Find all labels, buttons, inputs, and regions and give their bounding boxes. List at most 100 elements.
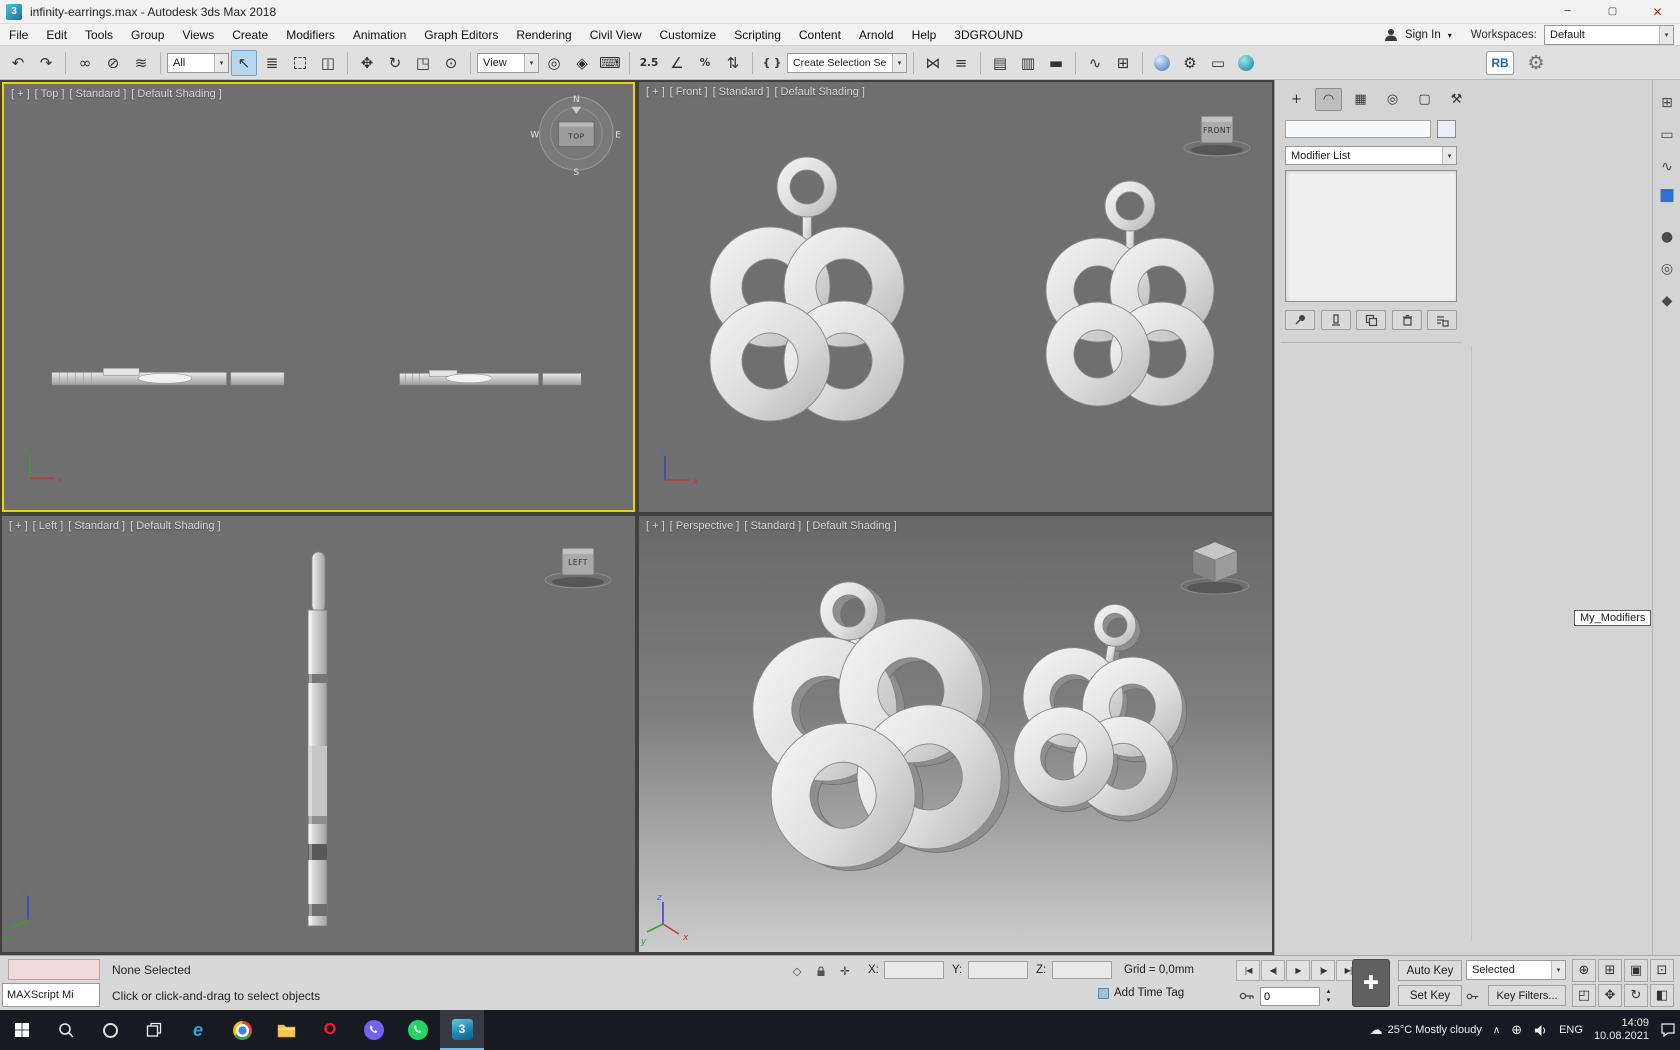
viewport-shading-label[interactable]: [ Default Shading ] bbox=[131, 88, 222, 100]
taskbar-chrome-button[interactable] bbox=[220, 1010, 264, 1050]
y-coord-field[interactable] bbox=[968, 961, 1028, 979]
maximize-viewport-icon[interactable]: ◧ bbox=[1650, 984, 1674, 1007]
viewport-pov-label[interactable]: [ Front ] bbox=[670, 86, 708, 98]
settings-gear-button[interactable]: ⚙ bbox=[1522, 49, 1550, 77]
snaps-toggle-button[interactable]: 2.5 bbox=[636, 50, 662, 76]
torus-tool-icon[interactable]: ◎ bbox=[1656, 258, 1678, 280]
taskbar-explorer-button[interactable] bbox=[264, 1010, 308, 1050]
close-button[interactable]: ✕ bbox=[1635, 0, 1680, 23]
toggle-ribbon-button[interactable]: ▬ bbox=[1043, 50, 1069, 76]
isolate-selection-icon[interactable]: ◇ bbox=[786, 961, 808, 981]
viewport-shading-label[interactable]: [ Default Shading ] bbox=[774, 86, 865, 98]
selection-filter-dropdown[interactable]: All ▾ bbox=[167, 52, 229, 73]
named-selection-set-dropdown[interactable]: Create Selection Se ▾ bbox=[787, 52, 907, 73]
taskbar-edge-button[interactable]: e bbox=[176, 1010, 220, 1050]
rectangular-selection-region-button[interactable] bbox=[287, 50, 313, 76]
menu-graph-editors[interactable]: Graph Editors bbox=[415, 24, 507, 45]
modifier-list-dropdown[interactable]: Modifier List ▾ bbox=[1285, 146, 1457, 165]
tab-display[interactable]: ▢ bbox=[1411, 88, 1438, 111]
viewport-general-menu[interactable]: [ + ] bbox=[646, 520, 665, 532]
menu-content[interactable]: Content bbox=[790, 24, 850, 45]
viewport-pov-label[interactable]: [ Perspective ] bbox=[670, 520, 740, 532]
tab-motion[interactable]: ◎ bbox=[1379, 88, 1406, 111]
viewport-general-menu[interactable]: [ + ] bbox=[11, 88, 30, 100]
taskbar-search-button[interactable] bbox=[44, 1010, 88, 1050]
hidden-icons-chevron[interactable]: ∧ bbox=[1493, 1025, 1500, 1036]
view-cube[interactable]: FRONT bbox=[1183, 115, 1251, 157]
menu-animation[interactable]: Animation bbox=[344, 24, 415, 45]
unlink-selection-button[interactable]: ⊘ bbox=[100, 50, 126, 76]
set-key-button[interactable]: Set Key bbox=[1398, 985, 1462, 1006]
rb-plugin-button[interactable]: RB bbox=[1486, 51, 1514, 75]
viewport-front[interactable]: [ + ] [ Front ] [ Standard ] [ Default S… bbox=[639, 82, 1272, 512]
material-editor-button[interactable] bbox=[1149, 50, 1175, 76]
x-coord-field[interactable] bbox=[884, 961, 944, 979]
mirror-button[interactable]: ⋈ bbox=[920, 50, 946, 76]
sphere-tool-icon[interactable]: ● bbox=[1656, 226, 1678, 248]
reference-coordinate-system-dropdown[interactable]: View ▾ bbox=[477, 52, 539, 73]
menu-rendering[interactable]: Rendering bbox=[507, 24, 580, 45]
object-color-swatch[interactable] bbox=[1437, 120, 1456, 138]
z-coord-field[interactable] bbox=[1052, 961, 1112, 979]
menu-customize[interactable]: Customize bbox=[651, 24, 726, 45]
zoom-extents-icon[interactable]: ▣ bbox=[1624, 959, 1648, 982]
orbit-icon[interactable]: ↻ bbox=[1624, 984, 1648, 1007]
bind-to-space-warp-button[interactable]: ≋ bbox=[128, 50, 154, 76]
configure-modifier-sets-button[interactable] bbox=[1427, 310, 1457, 330]
menu-modifiers[interactable]: Modifiers bbox=[277, 24, 344, 45]
task-view-button[interactable] bbox=[132, 1010, 176, 1050]
action-center-icon[interactable] bbox=[1660, 1022, 1676, 1038]
sign-in-button[interactable]: Sign In bbox=[1405, 29, 1441, 41]
maximize-button[interactable]: ▢ bbox=[1590, 0, 1635, 23]
menu-3dground[interactable]: 3DGROUND bbox=[945, 24, 1032, 45]
edit-named-selection-sets-button[interactable]: { } bbox=[759, 50, 785, 76]
viewport-standard-label[interactable]: [ Standard ] bbox=[713, 86, 770, 98]
menu-create[interactable]: Create bbox=[223, 24, 277, 45]
menu-edit[interactable]: Edit bbox=[37, 24, 76, 45]
spinner-snap-toggle[interactable]: ⇅ bbox=[720, 50, 746, 76]
menu-arnold[interactable]: Arnold bbox=[850, 24, 903, 45]
render-setup-button[interactable]: ⚙ bbox=[1177, 50, 1203, 76]
viewport-shading-label[interactable]: [ Default Shading ] bbox=[130, 520, 221, 532]
viewport-layout-icon[interactable]: ⊞ bbox=[1656, 92, 1678, 114]
earrings-top-view[interactable] bbox=[51, 368, 582, 386]
use-pivot-point-center-button[interactable]: ◎ bbox=[541, 50, 567, 76]
start-button[interactable] bbox=[0, 1010, 44, 1050]
taskbar-clock[interactable]: 14:09 10.08.2021 bbox=[1594, 1017, 1649, 1043]
key-mode-dropdown[interactable]: Selected ▾ bbox=[1466, 960, 1566, 980]
tab-modify[interactable]: ◠ bbox=[1315, 88, 1342, 111]
tab-create[interactable]: + bbox=[1283, 88, 1310, 111]
next-frame-button[interactable]: |▶ bbox=[1311, 960, 1335, 981]
workspace-dropdown[interactable]: Default ▾ bbox=[1544, 25, 1674, 45]
object-name-field[interactable] bbox=[1285, 120, 1431, 138]
chevron-down-icon[interactable]: ▾ bbox=[1448, 31, 1452, 40]
select-and-manipulate-button[interactable]: ◈ bbox=[569, 50, 595, 76]
viewport-standard-label[interactable]: [ Standard ] bbox=[69, 88, 126, 100]
pan-icon[interactable]: ✥ bbox=[1598, 984, 1622, 1007]
tab-utilities[interactable]: ⚒ bbox=[1443, 88, 1470, 111]
angle-snap-toggle[interactable]: ∠ bbox=[664, 50, 690, 76]
play-button[interactable]: ▶ bbox=[1286, 960, 1310, 981]
viewport-top[interactable]: [ + ] [ Top ] [ Standard ] [ Default Sha… bbox=[2, 82, 635, 512]
auto-key-button[interactable]: Auto Key bbox=[1398, 960, 1462, 981]
curve-editor-button[interactable]: ∿ bbox=[1082, 50, 1108, 76]
top-viewport-canvas[interactable]: N E S W TOP y x bbox=[4, 84, 633, 510]
zoom-all-icon[interactable]: ⊞ bbox=[1598, 959, 1622, 982]
viewport-shading-label[interactable]: [ Default Shading ] bbox=[806, 520, 897, 532]
speaker-icon[interactable] bbox=[1533, 1023, 1548, 1038]
front-viewport-canvas[interactable]: FRONT z x bbox=[639, 82, 1272, 512]
undo-button[interactable]: ↶ bbox=[5, 50, 31, 76]
macro-recorder-field[interactable] bbox=[8, 959, 100, 980]
pin-stack-button[interactable] bbox=[1285, 310, 1315, 330]
new-key-plus-button[interactable]: ✚ bbox=[1352, 959, 1390, 1007]
teapot-tool-icon[interactable]: ◆ bbox=[1656, 290, 1678, 312]
taskbar-viber-button[interactable] bbox=[352, 1010, 396, 1050]
percent-snap-toggle[interactable]: % bbox=[692, 50, 718, 76]
earring-perspective-large[interactable] bbox=[728, 557, 1023, 885]
menu-scripting[interactable]: Scripting bbox=[725, 24, 790, 45]
key-filters-icon[interactable] bbox=[1464, 986, 1482, 1006]
view-cube[interactable]: LEFT bbox=[544, 547, 612, 589]
menu-civil-view[interactable]: Civil View bbox=[581, 24, 651, 45]
viewport-left[interactable]: [ + ] [ Left ] [ Standard ] [ Default Sh… bbox=[2, 516, 635, 952]
key-filters-button[interactable]: Key Filters... bbox=[1488, 985, 1566, 1006]
